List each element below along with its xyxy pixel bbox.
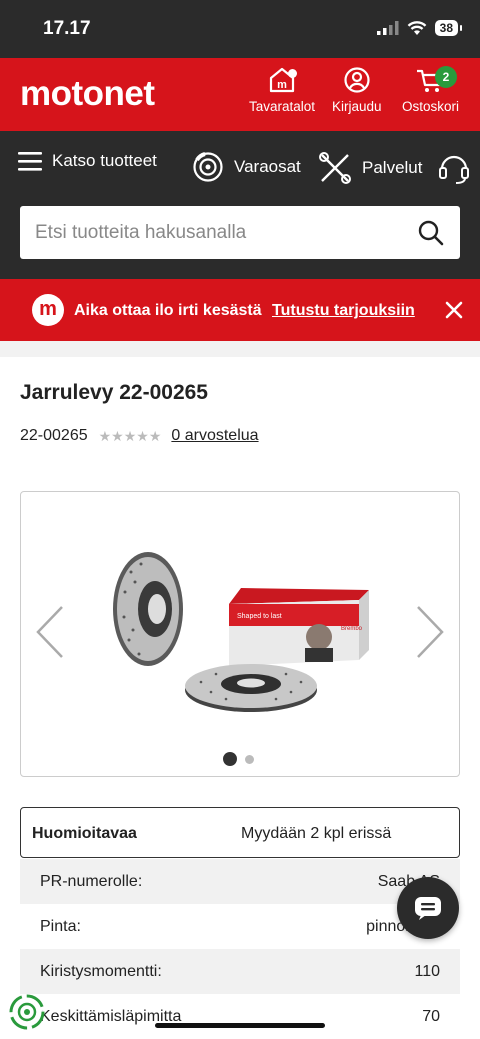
search-icon: [418, 220, 444, 246]
chat-icon: [415, 897, 441, 920]
tools-icon: [319, 152, 351, 184]
login-label: Kirjaudu: [332, 99, 382, 114]
gallery-dot[interactable]: [245, 754, 254, 764]
spec-row: Pinta: pinnoitettu: [20, 904, 460, 949]
stores-label: Tavaratalot: [249, 99, 316, 114]
browse-products-button[interactable]: Katso tuotteet: [18, 151, 157, 171]
close-icon: [445, 301, 463, 319]
services-button[interactable]: Palvelut: [318, 151, 422, 185]
parts-button[interactable]: Varaosat: [192, 151, 301, 183]
user-icon: [344, 67, 370, 93]
promo-close-button[interactable]: [442, 298, 466, 327]
services-label: Palvelut: [362, 158, 423, 177]
divider: [0, 341, 480, 357]
hamburger-menu-icon: [18, 152, 42, 171]
product-image: Shaped to last Brembo: [113, 552, 369, 712]
box-brand: Brembo: [341, 626, 363, 632]
product-image-gallery[interactable]: Shaped to last Brembo: [20, 491, 460, 777]
cart-label: Ostoskori: [402, 99, 460, 114]
gallery-prev-button[interactable]: [34, 604, 66, 665]
cart-button[interactable]: 2 Ostoskori: [402, 66, 459, 114]
motonet-logo[interactable]: motonet: [20, 74, 155, 114]
chat-button[interactable]: [397, 877, 459, 939]
spec-row: PR-numerolle: Saab AS: [20, 859, 460, 904]
gallery-dot-active[interactable]: [223, 752, 237, 766]
svg-text:m: m: [277, 79, 287, 91]
spec-key: PR-numerolle:: [40, 873, 143, 890]
chevron-left-icon: [36, 606, 63, 658]
product-meta: 22-00265 ★★★★★ 0 arvostelua: [20, 427, 259, 445]
home-indicator: [155, 1023, 325, 1028]
gallery-pagination: [223, 752, 254, 766]
status-bar: 17.17 38: [0, 0, 480, 58]
spec-row: Kiristysmomentti: 110: [20, 949, 460, 994]
gallery-next-button[interactable]: [414, 604, 446, 665]
chevron-right-icon: [417, 606, 444, 658]
customer-service-button[interactable]: [438, 151, 470, 185]
promo-banner: m Aika ottaa ilo irti kesästä Tutustu ta…: [0, 279, 480, 341]
reviews-link[interactable]: 0 arvostelua: [171, 427, 258, 445]
motonet-badge-icon: m: [32, 294, 64, 326]
search-button[interactable]: [418, 220, 444, 251]
box-text-1: Shaped to last: [237, 613, 282, 620]
signal-icon: [376, 21, 399, 35]
notification-dot: [288, 69, 298, 78]
product-code: 22-00265: [20, 427, 88, 444]
browse-products-label: Katso tuotteet: [52, 151, 157, 170]
brake-disc-icon: [193, 152, 223, 182]
search-input[interactable]: [20, 206, 380, 259]
wifi-icon: [407, 20, 426, 35]
status-time: 17.17: [43, 18, 91, 39]
notice-value: Myydään 2 kpl erissä: [241, 825, 392, 842]
promo-text: Aika ottaa ilo irti kesästä: [74, 302, 262, 319]
rating-stars: ★★★★★: [98, 427, 162, 444]
parts-label: Varaosat: [234, 157, 301, 176]
product-title: Jarrulevy 22-00265: [20, 381, 208, 404]
stores-button[interactable]: m Tavaratalot: [249, 66, 315, 114]
headset-icon: [439, 155, 469, 184]
battery-indicator: 38: [434, 20, 463, 36]
cart-count-badge: 2: [435, 66, 458, 88]
spec-key: Pinta:: [40, 918, 81, 935]
brand-header: motonet m Tavaratalot Kirjaudu 2 Ostosko…: [0, 58, 480, 131]
spec-key: Kiristysmomentti:: [40, 963, 162, 980]
spec-value: 70: [422, 1008, 440, 1025]
promo-link[interactable]: Tutustu tarjouksiin: [272, 302, 415, 320]
notice-row: Huomioitavaa Myydään 2 kpl erissä: [20, 807, 460, 858]
notice-label: Huomioitavaa: [32, 825, 137, 842]
search-box: [20, 206, 460, 259]
status-icons: 38: [376, 20, 463, 36]
nav-bar: Katso tuotteet Varaosat Palvelut: [0, 131, 480, 279]
recycle-badge-icon[interactable]: [9, 994, 45, 1030]
spec-value: 110: [414, 963, 440, 980]
spec-row: Keskittämisläpimitta 70: [20, 994, 460, 1039]
login-button[interactable]: Kirjaudu: [332, 66, 382, 114]
